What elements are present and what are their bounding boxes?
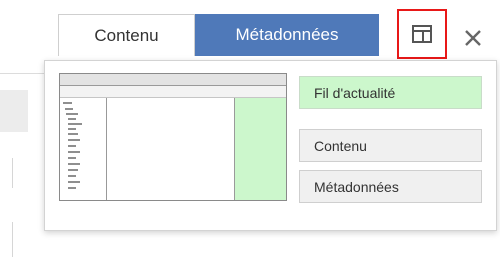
preview-tree-item bbox=[68, 118, 76, 120]
preview-subheader bbox=[60, 86, 286, 98]
tab-metadonnees[interactable]: Métadonnées bbox=[195, 14, 379, 56]
preview-header bbox=[60, 74, 286, 86]
preview-tree-item bbox=[66, 113, 78, 115]
preview-tree-item bbox=[68, 163, 80, 165]
layout-option-fil-actualite[interactable]: Fil d'actualité bbox=[299, 76, 482, 109]
preview-tree-item bbox=[68, 123, 82, 125]
layout-option-contenu[interactable]: Contenu bbox=[299, 129, 482, 162]
background-divider bbox=[0, 73, 44, 74]
preview-tree-item bbox=[68, 187, 76, 189]
preview-tree-item bbox=[63, 102, 72, 104]
preview-tree-item bbox=[68, 175, 76, 177]
preview-tree-item bbox=[68, 157, 76, 159]
close-icon[interactable] bbox=[459, 24, 487, 52]
background-panel bbox=[0, 90, 28, 132]
preview-tree-item bbox=[65, 108, 73, 110]
page: Contenu Métadonnées Fil d'actualité Cont… bbox=[0, 0, 500, 257]
preview-tree-item bbox=[68, 151, 80, 153]
layout-panels-icon bbox=[412, 25, 432, 43]
layout-preview-thumbnail bbox=[59, 73, 287, 201]
preview-tree-item bbox=[68, 133, 78, 135]
preview-feed-pane bbox=[234, 98, 286, 200]
layout-toggle-button[interactable] bbox=[397, 9, 447, 59]
layout-menu: Fil d'actualité Contenu Métadonnées bbox=[44, 60, 497, 231]
preview-tree-item bbox=[68, 145, 76, 147]
tab-contenu[interactable]: Contenu bbox=[58, 14, 195, 56]
preview-tree-pane bbox=[60, 98, 107, 200]
preview-content-pane bbox=[107, 98, 235, 200]
preview-tree-item bbox=[68, 128, 76, 130]
preview-tree-item bbox=[68, 181, 80, 183]
preview-tree-item bbox=[68, 139, 80, 141]
background-divider bbox=[12, 158, 13, 188]
layout-option-metadonnees[interactable]: Métadonnées bbox=[299, 170, 482, 203]
preview-tree-item bbox=[68, 169, 78, 171]
background-divider bbox=[12, 222, 13, 257]
